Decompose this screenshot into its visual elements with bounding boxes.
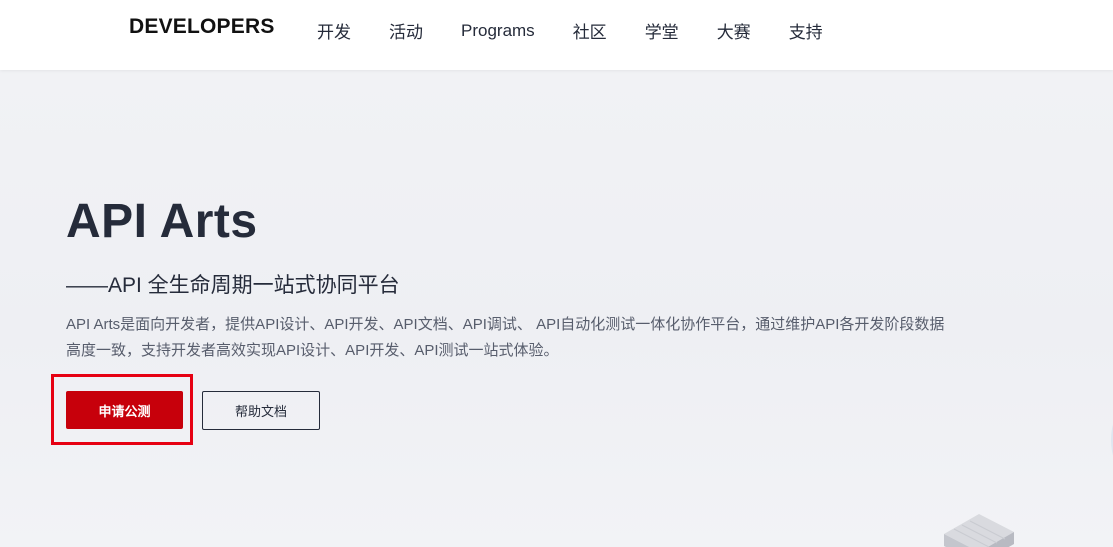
help-docs-button[interactable]: 帮助文档 [202, 391, 320, 430]
main-nav: 开发 活动 Programs 社区 学堂 大赛 支持 [317, 18, 823, 43]
nav-item-develop[interactable]: 开发 [317, 18, 351, 43]
chip-illustration-icon [944, 514, 1014, 547]
sphere-illustration-icon [1111, 424, 1113, 456]
nav-item-community[interactable]: 社区 [573, 18, 607, 43]
nav-item-support[interactable]: 支持 [789, 18, 823, 43]
brand-logo[interactable]: DEVELOPERS [129, 15, 275, 39]
nav-item-events[interactable]: 活动 [389, 18, 423, 43]
nav-item-competition[interactable]: 大赛 [717, 18, 751, 43]
top-navigation-bar: DEVELOPERS 开发 活动 Programs 社区 学堂 大赛 支持 [0, 0, 1113, 70]
page-title: API Arts [66, 195, 258, 248]
hero-banner: API Arts ——API 全生命周期一站式协同平台 API Arts是面向开… [0, 70, 1113, 547]
nav-item-programs[interactable]: Programs [461, 21, 535, 41]
page-subtitle: ——API 全生命周期一站式协同平台 [66, 274, 400, 297]
product-description: API Arts是面向开发者，提供API设计、API开发、API文档、API调试… [66, 316, 945, 359]
apply-beta-button[interactable]: 申请公测 [66, 391, 183, 429]
nav-item-academy[interactable]: 学堂 [645, 18, 679, 43]
